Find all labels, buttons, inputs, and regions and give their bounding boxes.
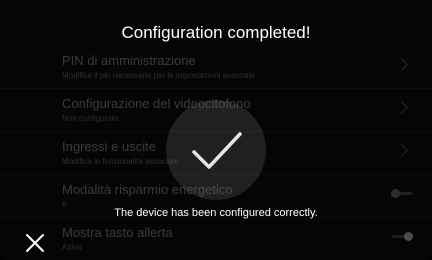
device-screen: PIN di amministrazione Modifica il pin n… [0, 0, 432, 260]
dialog-title: Configuration completed! [121, 23, 311, 42]
close-button[interactable] [24, 232, 46, 254]
close-icon [26, 234, 44, 252]
success-indicator [166, 100, 266, 200]
checkmark-icon [192, 132, 242, 169]
dialog-message: The device has been configured correctly… [114, 207, 318, 219]
